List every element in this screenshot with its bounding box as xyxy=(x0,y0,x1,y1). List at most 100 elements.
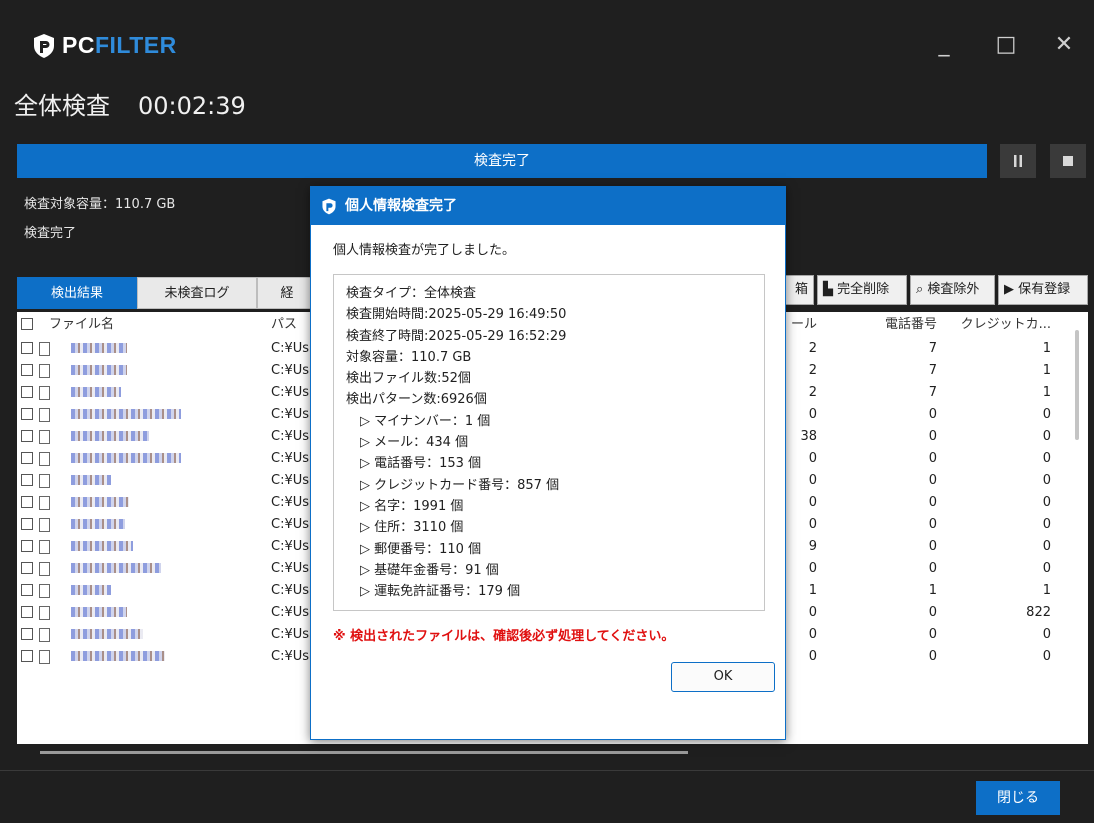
phone-count: 0 xyxy=(928,495,937,510)
row-checkbox[interactable] xyxy=(21,470,35,492)
phone-count: 7 xyxy=(928,385,937,400)
pattern-count-line: ▷ 住所：3110 個 xyxy=(360,520,464,536)
app-name: PCFILTER xyxy=(62,32,177,58)
credit-card-count: 1 xyxy=(1042,363,1051,378)
file-icon xyxy=(39,606,50,620)
row-checkbox[interactable] xyxy=(21,646,35,668)
pattern-count-line: ▷ マイナンバー：1 個 xyxy=(360,413,491,429)
phone-count: 0 xyxy=(928,517,937,532)
pause-button[interactable] xyxy=(1000,144,1036,178)
dialog-title: 個人情報検査完了 xyxy=(345,198,457,214)
credit-card-count: 1 xyxy=(1042,341,1051,356)
select-all-checkbox[interactable] xyxy=(21,312,35,338)
row-checkbox[interactable] xyxy=(21,580,35,602)
file-icon xyxy=(39,540,50,554)
column-header-filename[interactable]: ファイル名 xyxy=(49,312,245,338)
row-checkbox[interactable] xyxy=(21,448,35,470)
dialog-message: 個人情報検査が完了しました。 xyxy=(333,243,516,258)
file-icon xyxy=(39,650,50,664)
pattern-count-line: ▷ 基礎年金番号：91 個 xyxy=(360,562,499,578)
stop-button[interactable] xyxy=(1050,144,1086,178)
credit-card-count: 0 xyxy=(1042,495,1051,510)
pattern-count-line: ▷ 電話番号：153 個 xyxy=(360,456,482,472)
close-button[interactable]: 閉じる xyxy=(976,781,1060,815)
tab-unscanned-log[interactable]: 未検査ログ xyxy=(137,277,257,309)
credit-card-count: 0 xyxy=(1042,561,1051,576)
mail-count: 38 xyxy=(800,429,817,444)
file-name-redacted xyxy=(71,492,267,514)
tab-results[interactable]: 検出結果 xyxy=(17,277,137,309)
register-owned-button[interactable]: ▶ 保有登録 xyxy=(998,275,1088,305)
column-header-credit-card[interactable]: クレジットカ... xyxy=(957,312,1051,338)
vertical-scrollbar[interactable] xyxy=(1075,330,1079,440)
file-icon xyxy=(39,386,50,400)
scan-complete-dialog: 個人情報検査完了 個人情報検査が完了しました。 検査タイプ：全体検査 検査開始時間… xyxy=(310,186,786,740)
file-name-redacted xyxy=(71,426,267,448)
mail-count: 0 xyxy=(808,517,817,532)
dialog-warning: ※ 検出されたファイルは、確認後必ず処理してください。 xyxy=(333,629,675,644)
credit-card-count: 1 xyxy=(1042,583,1051,598)
row-checkbox[interactable] xyxy=(21,426,35,448)
tab-third[interactable]: 経 xyxy=(257,277,317,309)
minimize-button[interactable]: _ xyxy=(924,28,964,60)
row-checkbox[interactable] xyxy=(21,558,35,580)
mail-count: 0 xyxy=(808,649,817,664)
phone-count: 7 xyxy=(928,363,937,378)
row-checkbox[interactable] xyxy=(21,602,35,624)
file-name-redacted xyxy=(71,338,267,360)
file-name-redacted xyxy=(71,470,267,492)
file-icon xyxy=(39,562,50,576)
page-title: 全体検査 00:02:39 xyxy=(14,86,246,121)
file-icon xyxy=(39,474,50,488)
stop-icon xyxy=(1063,156,1073,166)
column-header-path[interactable]: パス xyxy=(271,312,311,338)
file-icon xyxy=(39,364,50,378)
file-icon xyxy=(39,342,50,356)
divider xyxy=(0,770,1094,771)
row-checkbox[interactable] xyxy=(21,624,35,646)
row-checkbox[interactable] xyxy=(21,338,35,360)
horizontal-scrollbar[interactable] xyxy=(40,751,688,754)
mail-count: 0 xyxy=(808,451,817,466)
summary-line: 検査タイプ：全体検査 xyxy=(346,286,477,301)
exclude-from-scan-button[interactable]: ⌕ 検査除外 xyxy=(910,275,995,305)
maximize-icon: □ xyxy=(995,31,1017,57)
file-icon xyxy=(39,430,50,444)
delete-icon: ▙ xyxy=(823,282,838,297)
row-checkbox[interactable] xyxy=(21,492,35,514)
file-icon xyxy=(39,518,50,532)
column-header-phone[interactable]: 電話番号 xyxy=(837,312,937,338)
scan-status: 検査完了 xyxy=(24,226,77,241)
file-name-redacted xyxy=(71,558,267,580)
phone-count: 0 xyxy=(928,407,937,422)
file-name-redacted xyxy=(71,360,267,382)
summary-line: 検出パターン数:6926個 xyxy=(346,392,487,408)
file-path: C:¥Us xyxy=(271,473,310,488)
row-checkbox[interactable] xyxy=(21,536,35,558)
row-checkbox[interactable] xyxy=(21,514,35,536)
credit-card-count: 0 xyxy=(1042,539,1051,554)
file-path: C:¥Us xyxy=(271,583,310,598)
close-window-button[interactable]: ✕ xyxy=(1044,28,1084,60)
file-path: C:¥Us xyxy=(271,451,310,466)
file-name-redacted xyxy=(71,536,267,558)
file-name-redacted xyxy=(71,382,267,404)
summary-line: 対象容量：110.7 GB xyxy=(346,349,472,365)
row-checkbox[interactable] xyxy=(21,382,35,404)
file-path: C:¥Us xyxy=(271,627,310,642)
row-checkbox[interactable] xyxy=(21,360,35,382)
credit-card-count: 0 xyxy=(1042,627,1051,642)
file-path: C:¥Us xyxy=(271,517,310,532)
mail-count: 0 xyxy=(808,627,817,642)
maximize-button[interactable]: □ xyxy=(986,28,1026,60)
mail-count: 0 xyxy=(808,407,817,422)
dialog-titlebar: 個人情報検査完了 xyxy=(311,187,785,225)
row-checkbox[interactable] xyxy=(21,404,35,426)
credit-card-count: 0 xyxy=(1042,429,1051,444)
column-header-mail[interactable]: ール xyxy=(783,312,817,338)
phone-count: 0 xyxy=(928,605,937,620)
scan-capacity: 検査対象容量：110.7 GB xyxy=(24,197,176,212)
ok-button[interactable]: OK xyxy=(671,662,775,692)
permanent-delete-button[interactable]: ▙ 完全削除 xyxy=(817,275,907,305)
pattern-count-line: ▷ 名字：1991 個 xyxy=(360,498,464,514)
